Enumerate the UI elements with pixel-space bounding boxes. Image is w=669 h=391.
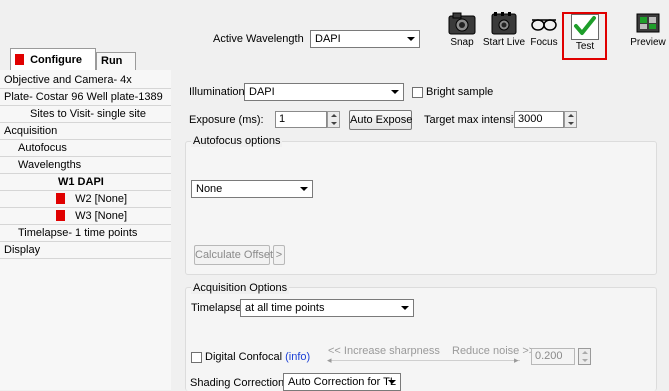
tree-item-w1[interactable]: W1 DAPI bbox=[0, 174, 171, 191]
tree-item-label: Wavelengths bbox=[18, 159, 82, 171]
tree-item-timelapse[interactable]: Timelapse- 1 time points bbox=[0, 225, 171, 242]
chevron-down-icon bbox=[388, 380, 396, 384]
tree-item-label: Objective and Camera- 4x bbox=[4, 74, 132, 86]
tree-item-label: Acquisition bbox=[4, 125, 58, 137]
tree-item-acquisition[interactable]: Acquisition bbox=[0, 123, 171, 140]
chevron-down-icon bbox=[407, 37, 415, 41]
illumination-value: DAPI bbox=[249, 86, 275, 98]
timelapse-label: Timelapse: bbox=[191, 302, 245, 314]
tree-item-w2[interactable]: W2 [None] bbox=[0, 191, 171, 208]
focus-label: Focus bbox=[530, 37, 558, 48]
exposure-value: 1 bbox=[279, 113, 286, 125]
chevron-down-icon bbox=[401, 306, 409, 310]
red-square-icon bbox=[15, 54, 24, 65]
active-wavelength-select[interactable]: DAPI bbox=[310, 30, 420, 48]
snap-button[interactable]: Snap bbox=[447, 10, 477, 48]
target-max-input[interactable]: 3000 bbox=[514, 111, 564, 128]
noise-value-spinner[interactable] bbox=[578, 348, 591, 365]
active-wavelength-value: DAPI bbox=[315, 33, 341, 45]
digital-confocal-text: Digital Confocal bbox=[205, 351, 283, 363]
start-live-label: Start Live bbox=[482, 37, 526, 48]
slider-left-arrow-icon: ◂ bbox=[327, 355, 332, 365]
tree-item-sites[interactable]: Sites to Visit- single site bbox=[0, 106, 171, 123]
tree-item-label: Display bbox=[4, 244, 41, 256]
checkmark-icon bbox=[571, 14, 599, 40]
exposure-label: Exposure (ms): bbox=[189, 114, 264, 126]
focus-button[interactable]: Focus bbox=[527, 10, 561, 48]
tab-configure-label: Configure bbox=[30, 54, 83, 66]
tree-item-label: Autofocus bbox=[18, 142, 67, 154]
autofocus-options-label: Autofocus options bbox=[191, 135, 283, 147]
red-square-icon bbox=[56, 193, 65, 204]
target-max-value: 3000 bbox=[518, 113, 543, 125]
noise-value: 0.200 bbox=[535, 350, 563, 362]
noise-value-input[interactable]: 0.200 bbox=[531, 348, 575, 365]
red-square-icon bbox=[56, 210, 65, 221]
exposure-spinner[interactable] bbox=[327, 111, 340, 128]
glasses-icon bbox=[529, 10, 559, 36]
tree-item-label: W2 [None] bbox=[75, 193, 128, 205]
test-label: Test bbox=[575, 41, 595, 52]
tree-item-objective[interactable]: Objective and Camera- 4x bbox=[0, 72, 171, 89]
tree-item-label: W3 [None] bbox=[75, 210, 128, 222]
target-max-spinner[interactable] bbox=[564, 111, 577, 128]
snap-label: Snap bbox=[450, 37, 474, 48]
test-button[interactable]: Test bbox=[565, 14, 605, 52]
calculate-offset-more-button[interactable]: > bbox=[273, 245, 285, 265]
tab-run[interactable]: Run bbox=[96, 52, 136, 70]
slider-right-arrow-icon: ▸ bbox=[514, 355, 519, 365]
illumination-select[interactable]: DAPI bbox=[244, 83, 404, 101]
tab-run-label: Run bbox=[101, 55, 123, 67]
timelapse-value: at all time points bbox=[245, 302, 325, 314]
settings-tree: Objective and Camera- 4x Plate- Costar 9… bbox=[0, 70, 172, 390]
calculate-offset-button[interactable]: Calculate Offset bbox=[194, 245, 274, 265]
autofocus-select[interactable]: None bbox=[191, 180, 313, 198]
shading-correction-select[interactable]: Auto Correction for TL bbox=[283, 373, 401, 391]
tree-item-plate[interactable]: Plate- Costar 96 Well plate-1389 bbox=[0, 89, 171, 106]
tree-item-label: Timelapse- 1 time points bbox=[18, 227, 138, 239]
tree-item-label: Plate- Costar 96 Well plate-1389 bbox=[4, 91, 163, 103]
tree-item-display[interactable]: Display bbox=[0, 242, 171, 259]
digital-confocal-checkbox[interactable] bbox=[191, 352, 202, 363]
auto-expose-button[interactable]: Auto Expose bbox=[349, 110, 412, 130]
increase-sharpness-label: << Increase sharpness bbox=[328, 345, 440, 357]
calculate-offset-label: Calculate Offset bbox=[195, 249, 274, 261]
tree-item-label: W1 DAPI bbox=[58, 176, 104, 188]
chevron-down-icon bbox=[300, 187, 308, 191]
bright-sample-checkbox[interactable] bbox=[412, 87, 423, 98]
illumination-label: Illumination: bbox=[189, 86, 248, 98]
tab-configure[interactable]: Configure bbox=[10, 48, 96, 70]
timelapse-select[interactable]: at all time points bbox=[240, 299, 414, 317]
auto-expose-label: Auto Expose bbox=[350, 114, 413, 126]
tree-item-w3[interactable]: W3 [None] bbox=[0, 208, 171, 225]
preview-label: Preview bbox=[630, 37, 666, 48]
tree-item-wavelengths[interactable]: Wavelengths bbox=[0, 157, 171, 174]
digital-confocal-info-link[interactable]: (info) bbox=[285, 351, 310, 363]
reduce-noise-label: Reduce noise >> bbox=[452, 345, 536, 357]
active-wavelength-label: Active Wavelength bbox=[213, 33, 304, 45]
tree-item-label: Sites to Visit- single site bbox=[30, 108, 146, 120]
bright-sample-label: Bright sample bbox=[426, 86, 494, 98]
target-max-label: Target max intensity: bbox=[424, 114, 525, 126]
chevron-right-icon: > bbox=[275, 249, 283, 261]
exposure-input[interactable]: 1 bbox=[275, 111, 327, 128]
shading-correction-value: Auto Correction for TL bbox=[288, 376, 397, 388]
video-camera-icon bbox=[489, 10, 519, 36]
start-live-button[interactable]: Start Live bbox=[482, 10, 526, 48]
autofocus-value: None bbox=[196, 183, 223, 195]
plate-preview-icon bbox=[633, 10, 663, 36]
preview-button[interactable]: Preview bbox=[628, 10, 668, 48]
tab-bar: Configure Run bbox=[10, 48, 170, 70]
digital-confocal-label: Digital Confocal (info) bbox=[205, 351, 310, 363]
noise-slider-track[interactable] bbox=[330, 360, 520, 361]
acquisition-options-label: Acquisition Options bbox=[191, 282, 290, 294]
tree-item-autofocus[interactable]: Autofocus bbox=[0, 140, 171, 157]
chevron-down-icon bbox=[391, 90, 399, 94]
camera-icon bbox=[447, 10, 477, 36]
shading-correction-label: Shading Correction: bbox=[190, 377, 288, 389]
